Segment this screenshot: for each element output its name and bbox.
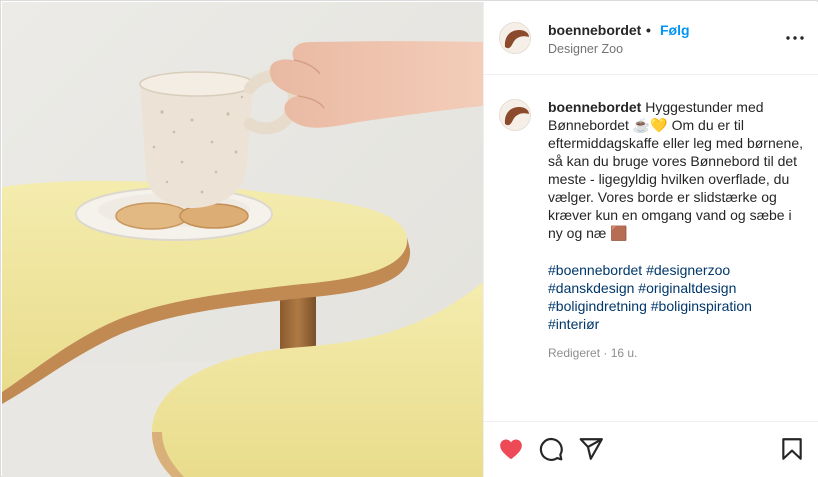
hashtag-link[interactable]: #originaltdesign xyxy=(638,280,736,296)
brand-logo-icon xyxy=(500,100,530,130)
hashtag-link[interactable]: #boligindretning xyxy=(548,298,647,314)
post-image-illustration xyxy=(2,2,483,477)
post-photo[interactable] xyxy=(2,2,483,477)
hashtag-link[interactable]: #danskdesign xyxy=(548,280,634,296)
caption-username[interactable]: boennebordet xyxy=(548,99,641,115)
more-options-button[interactable] xyxy=(785,30,805,46)
post-header: boennebordet • Følg Designer Zoo xyxy=(484,2,818,75)
hashtag-link[interactable]: #interiør xyxy=(548,316,599,332)
location-link[interactable]: Designer Zoo xyxy=(548,42,623,56)
caption-text: boennebordet Hyggestunder med Bønneborde… xyxy=(548,98,808,242)
edited-timestamp: Redigeret · 16 u. xyxy=(548,346,638,360)
follow-button[interactable]: Følg xyxy=(660,22,690,38)
post-sidebar: boennebordet • Følg Designer Zoo boenneb… xyxy=(483,2,818,477)
share-button[interactable] xyxy=(578,436,604,462)
caption-body: Hyggestunder med Bønnebordet ☕💛 Om du er… xyxy=(548,99,807,241)
bookmark-icon xyxy=(782,438,802,460)
hashtag-link[interactable]: #boennebordet xyxy=(548,262,642,278)
brand-logo-icon xyxy=(500,23,530,53)
caption-section: boennebordet Hyggestunder med Bønneborde… xyxy=(484,75,818,421)
hashtag-list: #boennebordet #designerzoo #danskdesign … xyxy=(548,261,808,333)
avatar[interactable] xyxy=(499,22,531,54)
more-horizontal-icon xyxy=(786,36,804,40)
post-dialog: boennebordet • Følg Designer Zoo boenneb… xyxy=(0,0,818,477)
comment-icon xyxy=(539,437,563,461)
header-username[interactable]: boennebordet xyxy=(548,22,641,38)
like-button[interactable] xyxy=(498,436,524,462)
comment-button[interactable] xyxy=(538,436,564,462)
header-separator-dot: • xyxy=(646,22,651,38)
hashtag-link[interactable]: #boliginspiration xyxy=(651,298,752,314)
save-button[interactable] xyxy=(779,436,805,462)
heart-filled-icon xyxy=(500,439,522,459)
avatar[interactable] xyxy=(499,99,531,131)
hashtag-link[interactable]: #designerzoo xyxy=(646,262,730,278)
share-icon xyxy=(579,438,603,460)
action-bar xyxy=(484,421,818,477)
